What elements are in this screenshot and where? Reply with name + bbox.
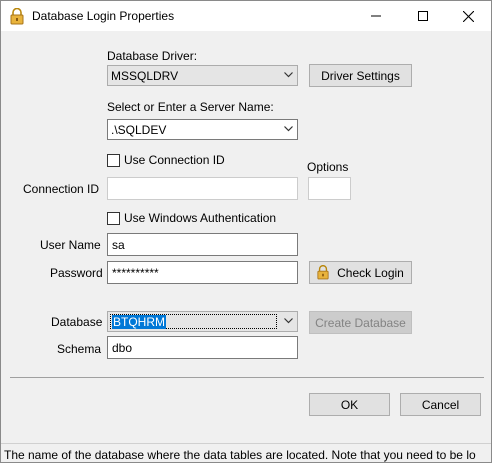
minimize-icon xyxy=(371,15,381,17)
server-value: .\SQLDEV xyxy=(111,123,167,137)
login-properties-window: Database Login Properties Database Drive… xyxy=(0,0,492,463)
password-label: Password xyxy=(50,266,103,280)
create-database-button[interactable]: Create Database xyxy=(309,311,412,334)
user-name-label: User Name xyxy=(40,238,101,252)
user-name-value: sa xyxy=(112,238,125,252)
check-login-button[interactable]: Check Login xyxy=(309,261,412,284)
status-bar: The name of the database where the data … xyxy=(1,443,491,462)
minimize-button[interactable] xyxy=(353,1,399,31)
check-login-label: Check Login xyxy=(337,265,404,280)
chevron-down-icon xyxy=(284,318,293,324)
use-windows-auth-checkbox[interactable] xyxy=(107,212,120,225)
server-select[interactable]: .\SQLDEV xyxy=(107,119,298,140)
maximize-button[interactable] xyxy=(400,1,446,31)
options-input[interactable] xyxy=(308,177,351,200)
window-title: Database Login Properties xyxy=(32,9,175,23)
maximize-icon xyxy=(418,11,428,21)
schema-label: Schema xyxy=(57,342,102,356)
chevron-down-icon xyxy=(284,72,293,78)
connection-id-input[interactable] xyxy=(107,177,298,200)
lock-icon xyxy=(317,265,329,280)
database-label: Database xyxy=(51,315,103,329)
schema-value: dbo xyxy=(112,341,133,355)
driver-value: MSSQLDRV xyxy=(111,69,179,83)
lock-icon xyxy=(10,7,24,28)
use-connection-id-checkbox[interactable] xyxy=(107,154,120,167)
close-icon xyxy=(462,10,474,22)
connection-id-label: Connection ID xyxy=(23,182,100,196)
use-connection-id-label: Use Connection ID xyxy=(124,153,225,167)
password-value: ********** xyxy=(112,266,159,280)
title-bar: Database Login Properties xyxy=(1,1,491,31)
database-select[interactable]: BTQHRM xyxy=(107,311,298,332)
driver-label: Database Driver: xyxy=(107,49,198,63)
options-label: Options xyxy=(307,160,349,174)
server-label: Select or Enter a Server Name: xyxy=(107,100,274,114)
chevron-down-icon xyxy=(284,126,293,132)
driver-settings-button[interactable]: Driver Settings xyxy=(309,64,412,87)
close-button[interactable] xyxy=(445,1,491,31)
database-value: BTQHRM xyxy=(112,315,166,329)
schema-input[interactable]: dbo xyxy=(107,336,298,359)
ok-button[interactable]: OK xyxy=(309,393,390,416)
password-input[interactable]: ********** xyxy=(107,261,298,284)
driver-select[interactable]: MSSQLDRV xyxy=(107,65,298,86)
use-windows-auth-label: Use Windows Authentication xyxy=(124,211,277,225)
status-text: The name of the database where the data … xyxy=(4,448,476,462)
divider xyxy=(10,377,484,378)
cancel-button[interactable]: Cancel xyxy=(400,393,481,416)
user-name-input[interactable]: sa xyxy=(107,233,298,256)
